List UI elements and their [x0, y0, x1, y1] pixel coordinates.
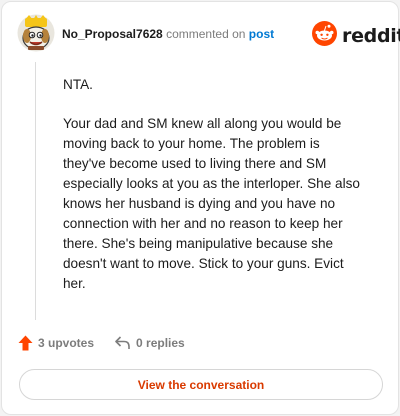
view-conversation-button[interactable]: View the conversation [19, 369, 383, 400]
reddit-wordmark: reddit [342, 25, 400, 47]
reply-arrow-icon [115, 336, 130, 350]
comment-actions: 3 upvotes 0 replies [18, 335, 185, 351]
comment-header: No_Proposal7628 commented on post [62, 27, 274, 41]
commented-on-text: commented on [166, 27, 246, 41]
reddit-snoo-icon [312, 21, 337, 51]
thread-line [35, 62, 36, 320]
comment-body: NTA. Your dad and SM knew all along you … [63, 75, 363, 313]
comment-paragraph: NTA. [63, 77, 93, 92]
upvote-button[interactable]: 3 upvotes [18, 335, 94, 351]
comment-paragraph: Your dad and SM knew all along you would… [63, 116, 360, 291]
replies-button[interactable]: 0 replies [115, 336, 185, 350]
user-avatar-icon[interactable] [17, 14, 55, 52]
reddit-logo[interactable]: reddit [312, 21, 400, 51]
embedded-comment-card: No_Proposal7628 commented on post reddit… [1, 1, 400, 415]
username-link[interactable]: No_Proposal7628 [62, 27, 163, 41]
replies-count: 0 replies [136, 336, 185, 350]
post-link[interactable]: post [249, 27, 274, 41]
upvote-arrow-icon [18, 335, 33, 351]
upvote-count: 3 upvotes [38, 336, 95, 350]
